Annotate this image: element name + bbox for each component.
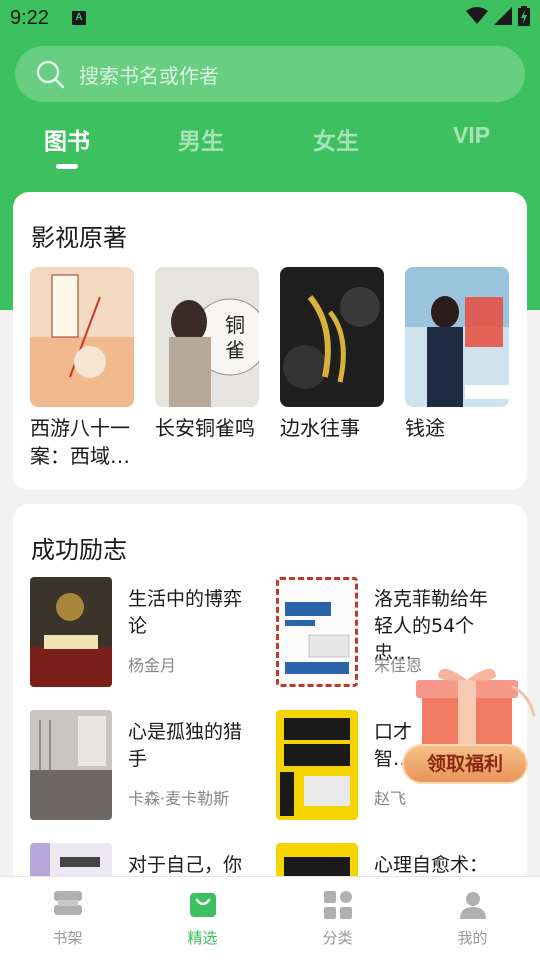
promo-widget[interactable]: 领取福利 — [400, 666, 536, 790]
nav-featured[interactable]: 精选 — [135, 877, 270, 960]
wifi-icon — [466, 7, 488, 24]
book-title[interactable]: 生活中的博弈论 — [128, 586, 256, 640]
book-cover[interactable] — [276, 577, 358, 687]
search-icon — [36, 60, 65, 89]
signal-icon — [494, 7, 512, 25]
section-adaptations: 影视原著 西游八十一案：西域… 铜 雀 长安铜雀鸣 边水往事 钱途 — [13, 192, 527, 490]
book-cover[interactable] — [405, 267, 509, 407]
tab-female[interactable]: 女生 — [313, 122, 359, 156]
book-cover[interactable] — [280, 267, 384, 407]
active-tab-indicator — [56, 164, 78, 169]
book-title[interactable]: 长安铜雀鸣 — [155, 414, 265, 442]
book-author: 杨金月 — [128, 656, 177, 675]
nav-label: 分类 — [322, 929, 353, 947]
status-bar: 9:22 A — [0, 0, 540, 36]
nav-category[interactable]: 分类 — [270, 877, 405, 960]
book-title[interactable]: 心理自愈术： — [374, 852, 502, 879]
category-grid-icon — [323, 891, 352, 919]
section-title: 影视原著 — [31, 224, 127, 252]
svg-text:铜: 铜 — [225, 313, 245, 337]
book-cover[interactable] — [30, 267, 134, 407]
book-cover[interactable] — [30, 577, 112, 687]
book-title[interactable]: 西游八十一案：西域… — [30, 414, 140, 470]
notification-icon: A — [72, 11, 86, 25]
search-bar[interactable]: 搜索书名或作者 — [15, 46, 525, 102]
bookshelf-icon — [53, 891, 82, 915]
tab-books[interactable]: 图书 — [44, 122, 90, 156]
nav-label: 精选 — [187, 929, 218, 947]
nav-profile[interactable]: 我的 — [405, 877, 540, 960]
user-icon — [459, 892, 486, 919]
book-cover[interactable] — [30, 710, 112, 820]
book-title[interactable]: 边水往事 — [280, 414, 390, 442]
gift-icon — [416, 668, 536, 750]
status-icons — [466, 6, 530, 26]
section-title: 成功励志 — [31, 536, 127, 564]
promo-claim-button[interactable]: 领取福利 — [402, 744, 528, 784]
shopping-bag-icon — [189, 893, 216, 917]
svg-text:雀: 雀 — [225, 338, 245, 362]
tab-vip[interactable]: VIP — [453, 122, 490, 149]
category-tabs: 图书 男生 女生 VIP — [0, 122, 540, 172]
tab-male[interactable]: 男生 — [178, 122, 224, 156]
book-title[interactable]: 钱途 — [405, 414, 515, 442]
book-cover[interactable]: 铜 雀 — [155, 267, 259, 407]
nav-label: 我的 — [457, 929, 488, 947]
battery-icon — [518, 6, 530, 26]
book-title[interactable]: 对于自己，你 — [128, 852, 256, 879]
nav-bookshelf[interactable]: 书架 — [0, 877, 135, 960]
book-author: 卡森·麦卡勒斯 — [128, 789, 230, 808]
search-placeholder: 搜索书名或作者 — [79, 63, 219, 88]
status-time: 9:22 — [10, 7, 49, 29]
book-cover[interactable] — [276, 710, 358, 820]
nav-label: 书架 — [52, 929, 83, 947]
book-title[interactable]: 心是孤独的猎手 — [128, 719, 256, 773]
bottom-navigation: 书架 精选 分类 我的 — [0, 876, 540, 960]
